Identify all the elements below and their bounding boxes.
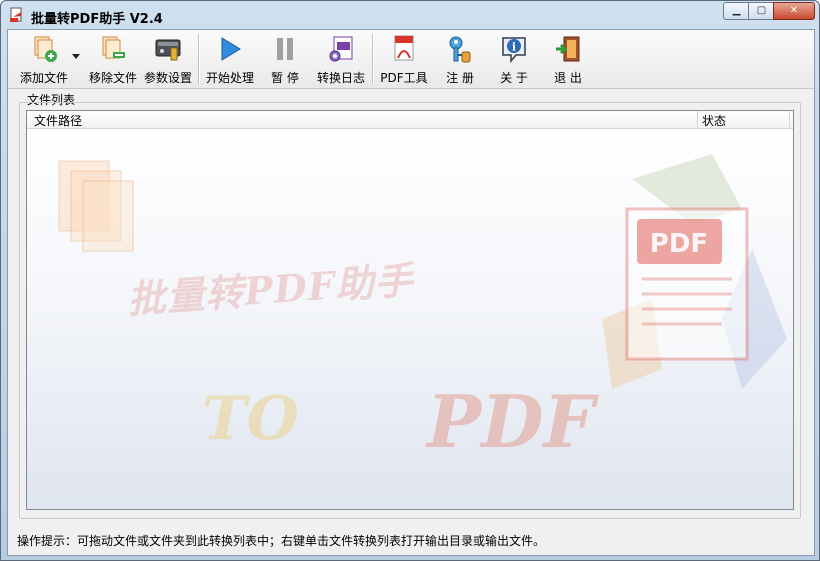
app-window: 批量转PDF助手 V2.4 ▁ ▢ ✕ 添加文件 移除文件 参数设置 开始处理 … [0, 0, 820, 561]
exit-button[interactable]: 退 出 [544, 32, 592, 86]
remove-file-button[interactable]: 移除文件 [86, 32, 140, 86]
exit-door-icon [556, 36, 580, 62]
register-button[interactable]: 注 册 [436, 32, 484, 86]
watermark-app-title: 批量转PDF助手 [125, 257, 415, 322]
register-label: 注 册 [446, 71, 474, 85]
maximize-icon: ▢ [756, 5, 767, 16]
column-status[interactable]: 状态 [702, 112, 726, 129]
play-icon [221, 37, 241, 61]
info-icon: i [502, 37, 526, 64]
status-hint: 操作提示：可拖动文件或文件夹到此转换列表中；右键单击文件转换列表打开输出目录或输… [17, 534, 546, 548]
minimize-button[interactable]: ▁ [723, 2, 750, 20]
add-file-label: 添加文件 [19, 71, 68, 85]
log-button[interactable]: 转换日志 [314, 32, 368, 86]
column-file-path[interactable]: 文件路径 [34, 112, 82, 129]
close-icon: ✕ [789, 5, 799, 16]
pdf-recycle-watermark-icon: PDF [602, 154, 787, 389]
list-header: 文件路径 状态 [27, 111, 793, 129]
pause-icon [277, 38, 293, 60]
pdf-tools-label: PDF工具 [380, 71, 428, 85]
window-title: 批量转PDF助手 V2.4 [31, 12, 163, 27]
toolbar-separator [372, 34, 374, 84]
svg-text:i: i [512, 41, 516, 54]
start-button[interactable]: 开始处理 [204, 32, 256, 86]
about-label: 关 于 [500, 71, 528, 85]
column-divider[interactable] [789, 111, 790, 128]
close-button[interactable]: ✕ [773, 2, 815, 20]
pause-button[interactable]: 暂 停 [260, 32, 310, 86]
svg-text:PDF: PDF [650, 229, 708, 259]
settings-icon [155, 39, 181, 61]
watermark-to-text: TO [202, 384, 299, 454]
settings-button[interactable]: 参数设置 [142, 32, 194, 86]
toolbar-separator [198, 34, 200, 84]
start-label: 开始处理 [205, 71, 254, 85]
settings-label: 参数设置 [143, 71, 192, 85]
documents-watermark-icon [58, 160, 134, 252]
list-body-background: PDF 批量转PDF助手 TO PDF [27, 129, 793, 509]
column-divider[interactable] [697, 111, 698, 128]
pause-label: 暂 停 [271, 71, 299, 85]
log-icon [329, 36, 353, 62]
client-area: 添加文件 移除文件 参数设置 开始处理 暂 停 转换日志 PDF工具 注 册 i… [7, 29, 815, 556]
remove-file-label: 移除文件 [88, 71, 137, 85]
maximize-button[interactable]: ▢ [748, 2, 775, 20]
about-button[interactable]: i 关 于 [490, 32, 538, 86]
add-file-icon [34, 36, 57, 62]
file-list-view[interactable]: 文件路径 状态 PDF 批量转PDF助手 TO PDF [26, 110, 794, 510]
remove-file-icon [102, 36, 125, 59]
minimize-icon: ▁ [732, 5, 741, 16]
app-icon [10, 7, 22, 22]
title-bar[interactable]: 批量转PDF助手 V2.4 ▁ ▢ ✕ [1, 1, 819, 29]
chevron-down-icon[interactable] [72, 54, 80, 60]
key-icon [449, 36, 471, 63]
add-file-button[interactable]: 添加文件 [14, 32, 80, 86]
log-label: 转换日志 [316, 71, 365, 85]
exit-label: 退 出 [554, 71, 582, 85]
pdf-tools-button[interactable]: PDF工具 [378, 32, 430, 86]
watermark-pdf-text: PDF [427, 379, 595, 464]
toolbar: 添加文件 移除文件 参数设置 开始处理 暂 停 转换日志 PDF工具 注 册 i… [8, 30, 814, 89]
pdf-icon [394, 35, 414, 61]
